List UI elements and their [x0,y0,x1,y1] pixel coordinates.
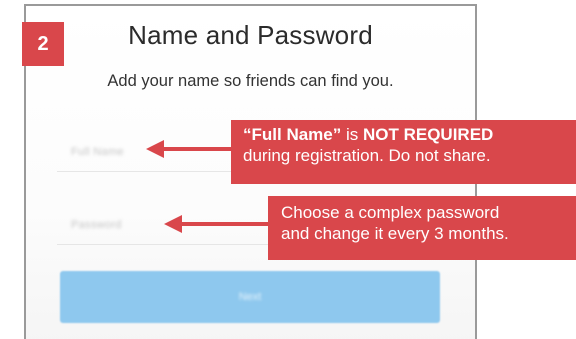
password-annotation-line1: Choose a complex password [281,203,500,222]
next-button-label: Next [238,291,262,303]
page-subtitle: Add your name so friends can find you. [107,72,394,90]
password-arrow-icon [164,215,272,233]
page-title: Name and Password [128,20,373,50]
password-placeholder: Password [71,219,122,231]
not-required-emphasis: NOT REQUIRED [362,125,494,144]
full-name-annotation-line2: during registration. Do not share. [243,146,491,165]
tutorial-figure: 2 Name and Password Add your name so fri… [0,0,576,339]
full-name-quote: “Full Name” [243,125,342,144]
full-name-arrow-icon [146,140,236,158]
annotation-is-text: is [341,125,363,144]
password-annotation: Choose a complex password and change it … [268,196,576,260]
password-annotation-line2: and change it every 3 months. [281,224,509,243]
step-number: 2 [37,32,49,55]
step-number-badge: 2 [22,22,64,66]
full-name-placeholder: Full Name [71,146,124,158]
full-name-annotation: “Full Name” is NOT REQUIRED during regis… [231,120,576,184]
next-button[interactable]: Next [60,271,440,323]
full-name-annotation-line1: “Full Name” is NOT REQUIRED [243,124,568,145]
